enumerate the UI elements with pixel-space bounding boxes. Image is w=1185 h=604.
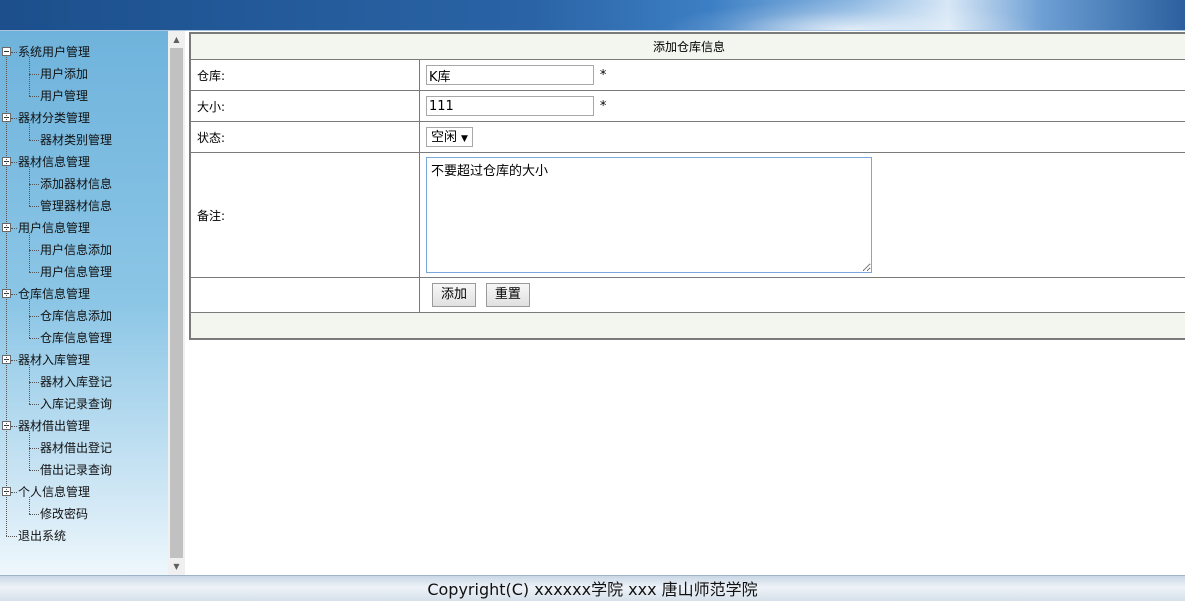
sidebar-item[interactable]: 用户管理: [0, 85, 168, 107]
tree-connector: [11, 294, 17, 295]
sidebar-tree: 系统用户管理用户添加用户管理器材分类管理器材类别管理器材信息管理添加器材信息 管理…: [0, 31, 168, 575]
sidebar-group[interactable]: 器材借出管理: [0, 415, 168, 437]
tree-connector: [29, 431, 30, 470]
tree-connector: [29, 167, 30, 206]
reset-button[interactable]: 重置: [485, 283, 530, 307]
sidebar-item-label: 仓库信息管理: [40, 331, 113, 345]
sidebar-item-label: 添加器材信息: [40, 177, 113, 191]
empty-cell: [189, 277, 420, 313]
tree-connector: [29, 123, 30, 140]
tree-connector: [11, 228, 17, 229]
sidebar-item-label: 借出记录查询: [40, 463, 113, 477]
tree-connector: [29, 382, 39, 383]
size-input[interactable]: [426, 96, 594, 116]
sidebar-group[interactable]: 器材入库管理: [0, 349, 168, 371]
tree-connector: [29, 233, 30, 272]
sidebar-item-label: 器材类别管理: [40, 133, 113, 147]
sidebar-item[interactable]: 器材类别管理: [0, 129, 168, 151]
form-footer-bar: [189, 312, 1185, 340]
main-content: 添加仓库信息 仓库: * 大小: * 状态: 空闲▼ 备注: 不要超过仓库: [189, 32, 1185, 575]
form-title: 添加仓库信息: [189, 32, 1185, 60]
tree-connector: [11, 360, 17, 361]
tree-connector: [11, 492, 17, 493]
tree-connector: [11, 52, 17, 53]
note-label: 备注:: [189, 152, 420, 278]
sidebar-item-label: 器材入库登记: [40, 375, 113, 389]
tree-connector: [29, 140, 39, 141]
sidebar-group[interactable]: 用户信息管理: [0, 217, 168, 239]
tree-connector: [29, 514, 39, 515]
sidebar-item[interactable]: 修改密码: [0, 503, 168, 525]
add-warehouse-form: 添加仓库信息 仓库: * 大小: * 状态: 空闲▼ 备注: 不要超过仓库: [189, 32, 1185, 340]
required-mark: *: [599, 98, 607, 114]
exit-label: 退出系统: [18, 529, 67, 543]
sidebar-item[interactable]: 用户信息添加: [0, 239, 168, 261]
tree-connector: [29, 365, 30, 404]
scroll-down-arrow-icon[interactable]: ▼: [168, 558, 185, 575]
sidebar-group[interactable]: 个人信息管理: [0, 481, 168, 503]
warehouse-label: 仓库:: [189, 59, 420, 91]
size-label: 大小:: [189, 90, 420, 122]
tree-connector: [29, 448, 39, 449]
tree-connector: [29, 404, 39, 405]
required-mark: *: [599, 67, 607, 83]
sidebar-item-label: 用户信息管理: [40, 265, 113, 279]
sidebar-group[interactable]: 系统用户管理: [0, 41, 168, 63]
sidebar-item[interactable]: 仓库信息添加: [0, 305, 168, 327]
tree-connector: [29, 316, 39, 317]
tree-connector: [6, 57, 7, 536]
sidebar-item[interactable]: 借出记录查询: [0, 459, 168, 481]
status-label: 状态:: [189, 121, 420, 153]
sidebar-item[interactable]: 仓库信息管理: [0, 327, 168, 349]
tree-connector: [29, 250, 39, 251]
tree-connector: [11, 162, 17, 163]
exit-system-link[interactable]: 退出系统: [0, 525, 168, 547]
tree-connector: [11, 426, 17, 427]
sidebar-item[interactable]: 器材入库登记: [0, 371, 168, 393]
tree-connector: [29, 96, 39, 97]
sidebar-item[interactable]: 器材借出登记: [0, 437, 168, 459]
status-select[interactable]: 空闲 ▼: [426, 127, 473, 147]
sidebar-item-label: 入库记录查询: [40, 397, 113, 411]
add-button[interactable]: 添加: [432, 283, 477, 307]
sidebar-item-label: 用户添加: [40, 67, 89, 81]
sidebar-item-label: 器材借出登记: [40, 441, 113, 455]
collapse-minus-icon[interactable]: [2, 47, 11, 56]
sidebar-group[interactable]: 器材分类管理: [0, 107, 168, 129]
tree-connector: [29, 206, 39, 207]
sidebar-item-label: 修改密码: [40, 507, 89, 521]
sidebar-item[interactable]: 用户信息管理: [0, 261, 168, 283]
tree-connector: [29, 272, 39, 273]
warehouse-input[interactable]: [426, 65, 594, 85]
tree-connector: [29, 497, 30, 514]
note-textarea[interactable]: 不要超过仓库的大小: [426, 157, 872, 273]
header-banner: [0, 0, 1185, 31]
sidebar-group[interactable]: 器材信息管理: [0, 151, 168, 173]
tree-connector: [29, 299, 30, 338]
tree-connector: [29, 470, 39, 471]
sidebar-scrollbar[interactable]: ▲ ▼: [168, 31, 185, 575]
sidebar-item[interactable]: 管理器材信息: [0, 195, 168, 217]
sidebar-item-label: 用户信息添加: [40, 243, 113, 257]
sidebar-item[interactable]: 添加器材信息: [0, 173, 168, 195]
status-selected-value: 空闲: [431, 130, 458, 145]
sidebar-item-label: 用户管理: [40, 89, 89, 103]
banner-globe-graphic: [660, 0, 1040, 30]
tree-connector: [29, 338, 39, 339]
sidebar-item-label: 仓库信息添加: [40, 309, 113, 323]
nav-tree: 系统用户管理用户添加用户管理器材分类管理器材类别管理器材信息管理添加器材信息 管理…: [0, 31, 168, 547]
tree-connector: [29, 74, 39, 75]
scroll-up-arrow-icon[interactable]: ▲: [168, 31, 185, 48]
tree-connector: [29, 184, 39, 185]
sidebar-item[interactable]: 用户添加: [0, 63, 168, 85]
sidebar-item[interactable]: 入库记录查询: [0, 393, 168, 415]
page-footer: Copyright(C) xxxxxx学院 xxx 唐山师范学院: [0, 575, 1185, 601]
sidebar-group[interactable]: 仓库信息管理: [0, 283, 168, 305]
tree-connector: [11, 118, 17, 119]
tree-connector: [6, 536, 17, 537]
dropdown-arrow-icon: ▼: [461, 134, 468, 144]
sidebar-item-label: 管理器材信息: [40, 199, 113, 213]
scroll-thumb[interactable]: [170, 48, 183, 558]
tree-connector: [29, 57, 30, 96]
